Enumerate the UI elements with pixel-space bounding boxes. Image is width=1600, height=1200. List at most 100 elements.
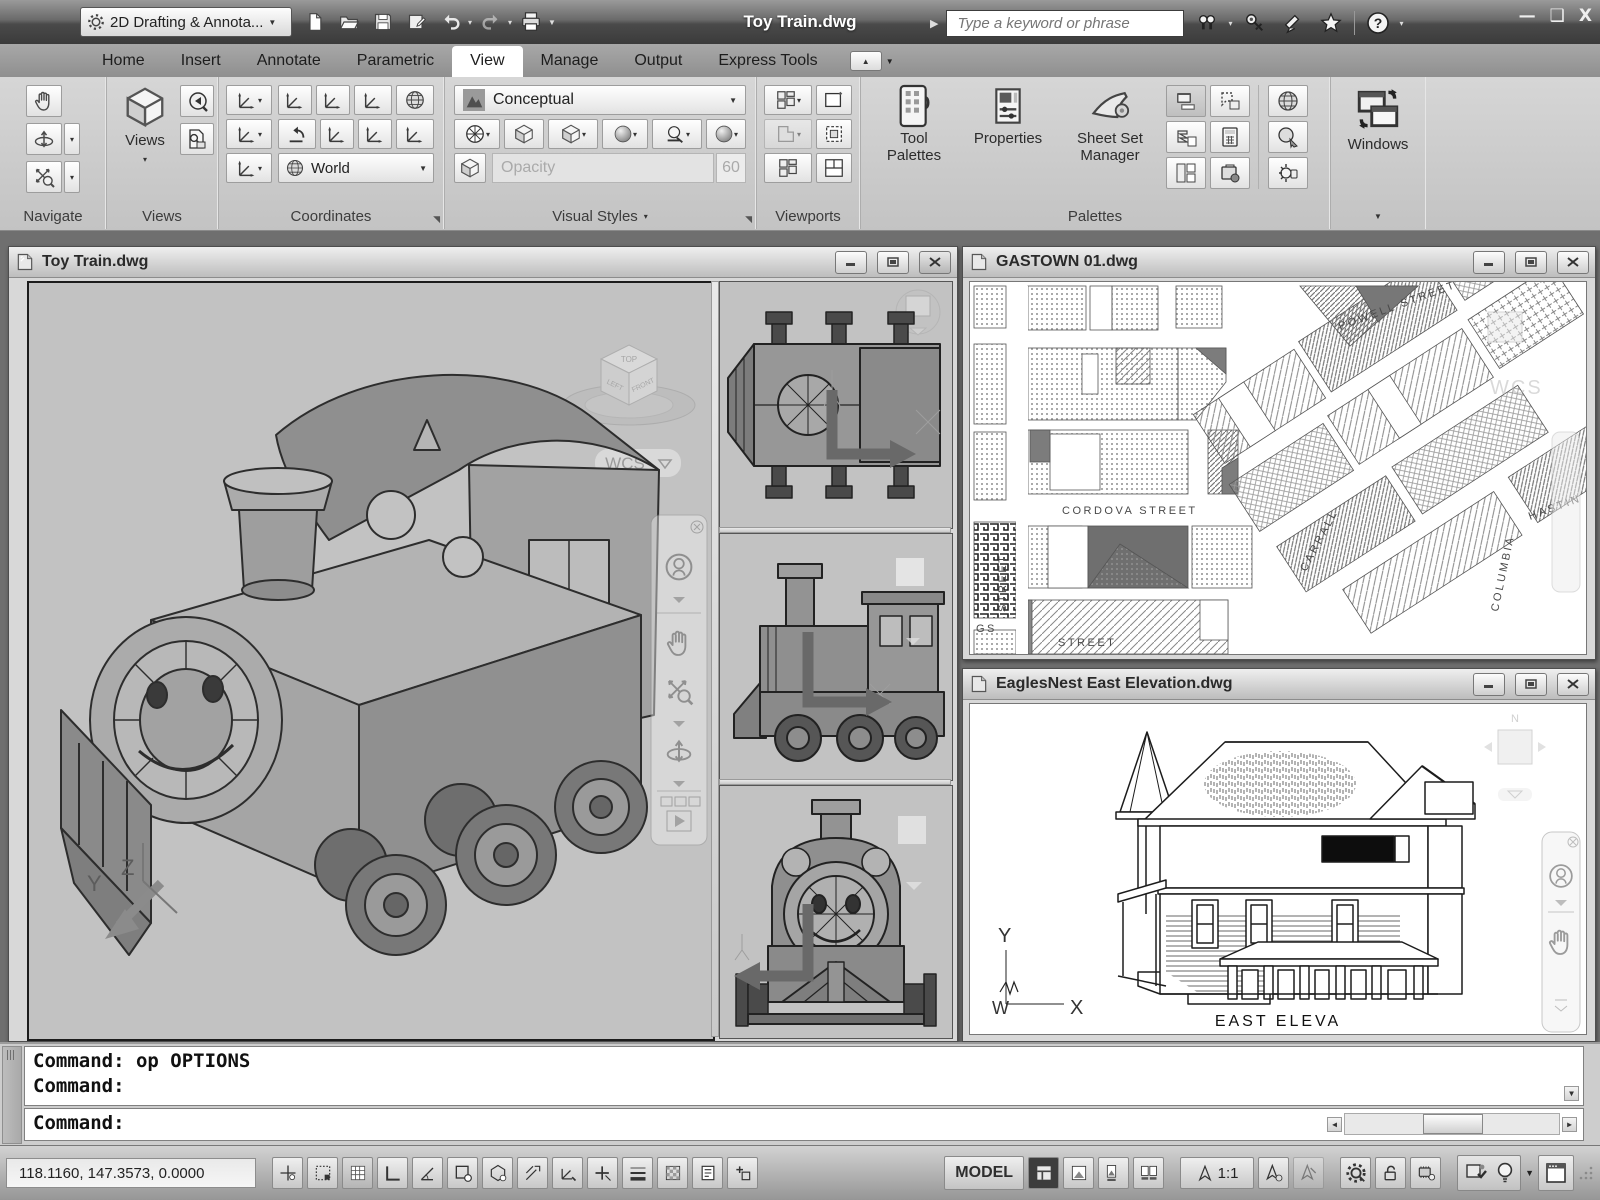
new-button[interactable] <box>300 7 330 37</box>
qat-customize-dropdown[interactable]: ▼ <box>548 18 556 27</box>
command-hscrollbar[interactable]: ◀ ▶ <box>1327 1113 1577 1135</box>
quick-view-drawings-button[interactable] <box>1098 1157 1129 1189</box>
child-restore-button[interactable] <box>877 251 909 274</box>
close-button[interactable]: X <box>1579 6 1592 26</box>
infocenter-expand-icon[interactable]: ▶ <box>930 17 938 30</box>
hscroll-track[interactable] <box>1344 1113 1560 1135</box>
eaglesnest-title-bar[interactable]: EaglesNest East Elevation.dwg <box>963 669 1595 700</box>
dynamic-input-toggle[interactable] <box>587 1157 618 1189</box>
viewport-side-view[interactable] <box>719 533 953 781</box>
zoom-extents-button[interactable] <box>26 161 62 193</box>
gastown-title-bar[interactable]: GASTOWN 01.dwg <box>963 247 1595 278</box>
snap-mode-toggle[interactable] <box>307 1157 338 1189</box>
annotation-scale-button[interactable]: 1:1 <box>1180 1157 1254 1189</box>
dbconnect-button[interactable] <box>1166 121 1206 153</box>
external-references-button[interactable] <box>1166 157 1206 189</box>
search-input[interactable] <box>955 14 1175 33</box>
viewport-clip-button[interactable] <box>816 119 852 149</box>
workspace-switcher[interactable]: 2D Drafting & Annota... ▼ <box>80 7 292 37</box>
panel-label-palettes[interactable]: Palettes <box>860 203 1330 229</box>
properties-button[interactable]: Properties <box>960 83 1056 195</box>
quick-view-drawings2-button[interactable] <box>1133 1157 1164 1189</box>
ucs-named-button[interactable] <box>278 85 312 115</box>
undo-button[interactable] <box>436 7 466 37</box>
markup-set-manager-button[interactable] <box>1210 85 1250 117</box>
orbit-dropdown[interactable]: ▾ <box>64 123 80 155</box>
viewcube-top-face[interactable]: TOP <box>621 355 637 364</box>
child-close-button[interactable] <box>1557 251 1589 274</box>
toy-train-title-bar[interactable]: Toy Train.dwg <box>9 247 957 278</box>
plot-button[interactable] <box>516 7 546 37</box>
orbit-button[interactable] <box>26 123 62 155</box>
navigation-bar[interactable] <box>1542 832 1580 1032</box>
command-window-grip[interactable] <box>2 1046 22 1144</box>
panel-label-navigate[interactable]: Navigate <box>0 203 106 229</box>
tray-settings-dropdown[interactable]: ▼ <box>1525 1168 1534 1178</box>
ucs-zaxis-button[interactable] <box>358 119 392 149</box>
restore-button[interactable]: ❑ <box>1550 6 1565 26</box>
ucs-origin-button[interactable] <box>320 119 354 149</box>
workspace-switching-button[interactable] <box>1340 1157 1371 1189</box>
ucs-settings-button[interactable] <box>354 85 392 115</box>
view-manager-button[interactable] <box>180 123 214 155</box>
viewport-front-view[interactable] <box>719 785 953 1039</box>
child-restore-button[interactable] <box>1515 673 1547 696</box>
3d-object-snap-toggle[interactable] <box>482 1157 513 1189</box>
quick-view-layouts-button[interactable] <box>1063 1157 1094 1189</box>
tab-home[interactable]: Home <box>84 46 163 77</box>
toolbar-lock-button[interactable] <box>1375 1157 1406 1189</box>
child-minimize-button[interactable] <box>1473 251 1505 274</box>
tab-annotate[interactable]: Annotate <box>239 46 339 77</box>
viewports-dialog-button[interactable] <box>764 153 812 183</box>
navigation-bar[interactable] <box>651 515 707 845</box>
tab-output[interactable]: Output <box>616 46 700 77</box>
viewport-splitter-vertical[interactable] <box>711 281 719 1037</box>
ribbon-palette-active-button[interactable] <box>1166 85 1206 117</box>
viewcube-2d[interactable]: N <box>1484 713 1546 801</box>
lights-palette-button[interactable] <box>1268 157 1308 189</box>
viewport-configurations-button[interactable] <box>816 153 852 183</box>
scroll-right-icon[interactable]: ▶ <box>1562 1117 1577 1132</box>
ribbon-minimize-dropdown[interactable]: ▼ <box>886 57 894 66</box>
polar-tracking-toggle[interactable] <box>412 1157 443 1189</box>
child-close-button[interactable] <box>1557 673 1589 696</box>
dialog-launcher-icon[interactable]: ◥ <box>745 214 752 225</box>
tab-insert[interactable]: Insert <box>163 46 239 77</box>
drawing-status-icon[interactable] <box>1464 1161 1488 1185</box>
communication-center-icon[interactable] <box>1278 8 1308 38</box>
vs-lighting-button[interactable]: ▾ <box>652 119 702 149</box>
favorites-star-icon[interactable] <box>1316 8 1346 38</box>
hardware-acceleration-button[interactable] <box>1410 1157 1441 1189</box>
viewport-top-view[interactable] <box>719 281 953 529</box>
previous-view-button[interactable] <box>180 85 214 117</box>
saveas-button[interactable] <box>402 7 432 37</box>
named-viewports-button[interactable]: ▾ <box>764 85 812 115</box>
opacity-slider[interactable]: Opacity <box>492 153 714 183</box>
scroll-down-icon[interactable]: ▼ <box>1564 1086 1579 1101</box>
child-minimize-button[interactable] <box>1473 673 1505 696</box>
viewcube-small[interactable] <box>1488 312 1522 342</box>
child-restore-button[interactable] <box>1515 251 1547 274</box>
ribbon-minimize-button[interactable]: ▲ <box>850 51 882 71</box>
clean-screen-button[interactable] <box>1538 1155 1574 1191</box>
command-history[interactable]: Command: op OPTIONS Command: ▼ <box>24 1046 1584 1106</box>
render-window-button[interactable] <box>1268 85 1308 117</box>
hscroll-thumb[interactable] <box>1423 1114 1483 1134</box>
ucs-x-rotate-button[interactable]: ▾ <box>226 119 272 149</box>
tool-palettes-button[interactable]: Tool Palettes <box>872 83 956 195</box>
child-close-button[interactable] <box>919 251 951 274</box>
vs-wireframe-button[interactable]: ▾ <box>454 119 500 149</box>
pan-button[interactable] <box>26 85 62 117</box>
panel-label-views[interactable]: Views <box>106 203 218 229</box>
command-scrollbar[interactable]: ▼ <box>1564 1049 1579 1101</box>
open-button[interactable] <box>334 7 364 37</box>
toy-train-3d-model[interactable] <box>61 375 659 955</box>
selection-cycling-toggle[interactable] <box>727 1157 758 1189</box>
switch-windows-button[interactable]: Windows <box>1338 83 1418 195</box>
annotation-visibility-button[interactable] <box>1258 1157 1289 1189</box>
design-center-button[interactable] <box>1210 157 1250 189</box>
visual-style-combo[interactable]: Conceptual ▼ <box>454 85 746 115</box>
tab-view[interactable]: View <box>452 46 522 77</box>
tab-parametric[interactable]: Parametric <box>339 46 452 77</box>
quick-properties-toggle[interactable] <box>692 1157 723 1189</box>
